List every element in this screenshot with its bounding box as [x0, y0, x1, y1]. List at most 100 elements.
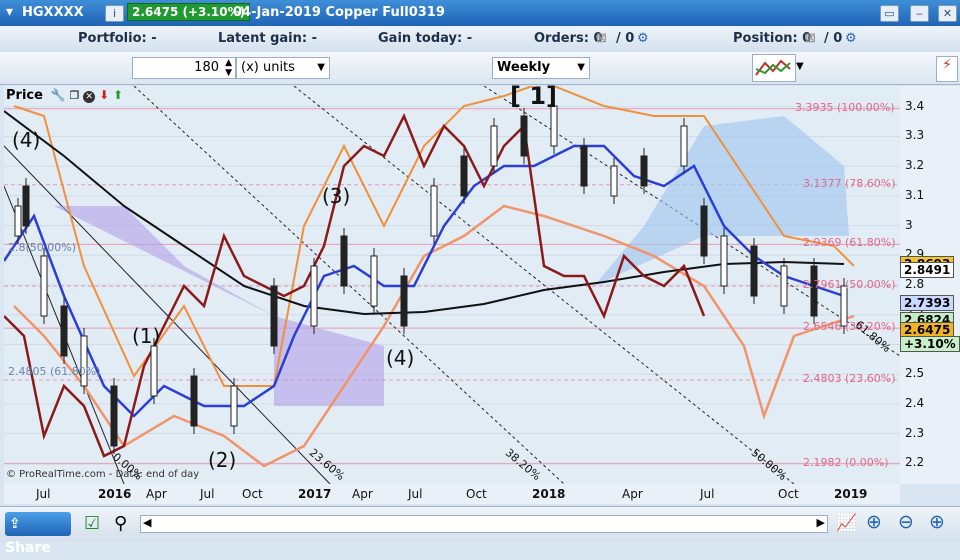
x-tick-label: Apr [622, 487, 643, 501]
time-axis[interactable] [4, 484, 900, 504]
units-input[interactable]: 180 ▲ ▼ [132, 57, 236, 79]
fib-level-label: 3.3935 (100.00%) [795, 100, 895, 114]
candle-body [150, 345, 158, 397]
share-button[interactable]: ⇪ Share [5, 512, 71, 556]
orders-cancel-icon[interactable]: ⊠ [596, 31, 607, 46]
candle-body [270, 285, 278, 347]
candle-body [490, 125, 498, 167]
restore-icon[interactable]: ▭ [880, 5, 899, 22]
move-up-icon[interactable]: ⬆ [113, 88, 123, 102]
dropdown-arrow-icon[interactable]: ▾ [6, 4, 13, 20]
candle-body [720, 235, 728, 287]
x-tick-label: Jul [700, 487, 715, 501]
latent-gain-label: Latent gain: - [218, 31, 317, 46]
chart-style-button[interactable] [752, 54, 796, 82]
symbol-label[interactable]: HGXXXX [22, 5, 84, 20]
candle-body [40, 255, 48, 317]
units-type-select[interactable]: (x) units ▼ [236, 57, 330, 79]
candle-body [22, 185, 30, 227]
wave-label-3: (3) [322, 184, 351, 208]
candle-body [14, 205, 22, 237]
fib-level-label: 2.6546 (38.20%) [803, 320, 896, 334]
fib-level-label: 2.8(50.00%) [8, 241, 77, 255]
price-change-badge: 2.6475 (+3.10%) [127, 3, 251, 21]
position-label: Position: 0 [733, 31, 812, 46]
close-icon[interactable]: ✕ [938, 5, 957, 22]
duplicate-icon[interactable]: ❐ [70, 89, 80, 102]
price-tag: 2.8491 [900, 262, 955, 279]
info-button[interactable]: i [105, 5, 124, 22]
scrollbar[interactable]: ◀ ▶ [140, 515, 828, 533]
position-total: / 0 [824, 31, 843, 46]
wave-label-4-mid: (4) [386, 346, 415, 370]
x-tick-label: Jul [36, 487, 51, 501]
scroll-right-icon[interactable]: ▶ [817, 516, 825, 529]
auto-zoom-icon[interactable]: ⊕ [866, 511, 882, 533]
candle-body [230, 385, 238, 427]
spinner-icon[interactable]: ▲ ▼ [225, 58, 232, 78]
y-tick-label: 2.2 [905, 455, 925, 470]
wave-label-cycle-1: [ 1] [510, 82, 557, 110]
candle-body [780, 265, 788, 307]
y-tick-label: 3.4 [905, 98, 925, 113]
x-tick-label: 2016 [98, 487, 132, 501]
position-settings-icon[interactable]: ⚙ [845, 31, 857, 46]
chevron-down-icon[interactable]: ▼ [796, 61, 804, 72]
orders-label: Orders: 0 [534, 31, 603, 46]
minimize-icon[interactable]: ‒ [910, 5, 929, 22]
y-tick-label: 3 [905, 217, 913, 232]
scroll-left-icon[interactable]: ◀ [143, 516, 151, 529]
y-tick-label: 2.4 [905, 395, 925, 410]
x-tick-label: Apr [352, 487, 373, 501]
chevron-down-icon: ▼ [317, 62, 325, 73]
price-chart[interactable]: Price 🔧 ❐ ✕ ⬇ ⬆ (4) (1) (2) (3) (4) [ 1]… [4, 82, 900, 484]
price-panel-header: Price 🔧 ❐ ✕ ⬇ ⬆ [6, 88, 123, 104]
timeframe-value: Weekly [497, 60, 551, 75]
wrench-icon[interactable]: 🔧 [51, 88, 66, 102]
candle-body [460, 155, 468, 197]
fib-level-label: 2.4803 (23.60%) [803, 371, 896, 385]
candle-body [370, 255, 378, 307]
candle-body [80, 335, 88, 387]
candle-body [190, 375, 198, 427]
candle-body [610, 165, 618, 197]
orders-total: / 0 [616, 31, 635, 46]
candle-body [430, 185, 438, 237]
x-tick-label: Oct [466, 487, 487, 501]
strategy-icon[interactable]: ⚡ [936, 56, 958, 82]
zoom-out-icon[interactable]: ⊖ [898, 511, 914, 533]
zoom-in-icon[interactable]: ⊕ [929, 511, 945, 533]
close-panel-icon[interactable]: ✕ [83, 91, 96, 103]
share-icon: ⇪ [9, 516, 21, 532]
chart-style-icon [755, 59, 791, 76]
candle-body [110, 385, 118, 447]
position-cancel-icon[interactable]: ⊠ [805, 31, 816, 46]
orders-settings-icon[interactable]: ⚙ [637, 31, 649, 46]
x-tick-label: Oct [242, 487, 263, 501]
candle-body [680, 125, 688, 167]
candle-body [60, 305, 68, 357]
candle-body [340, 235, 348, 287]
candle-body [520, 115, 528, 157]
price-tag: 2.7393 [900, 295, 955, 312]
wave-label-4-left: (4) [12, 128, 41, 152]
x-tick-label: Oct [778, 487, 799, 501]
x-tick-label: 2019 [834, 487, 868, 501]
timeframe-select[interactable]: Weekly ▼ [492, 57, 590, 79]
info-bar: Portfolio: - Latent gain: - Gain today: … [0, 26, 960, 53]
fib-level-label: 2.4805 (61.80%) [8, 364, 101, 378]
zoom-reset-icon[interactable]: ⚲ [114, 513, 127, 534]
share-label: Share [5, 540, 51, 556]
live-chart-icon[interactable]: 📈 [836, 513, 857, 533]
x-tick-label: Jul [200, 487, 215, 501]
y-tick-label: 3.1 [905, 187, 925, 202]
fib-level-label: 2.1982 (0.00%) [803, 455, 889, 469]
chart-canvas[interactable] [4, 86, 900, 484]
move-down-icon[interactable]: ⬇ [99, 88, 109, 102]
x-tick-label: 2017 [298, 487, 332, 501]
fib-level-label: 2.7961 (50.00%) [803, 278, 896, 292]
checklist-icon[interactable]: ☑ [84, 513, 100, 534]
x-tick-label: Jul [408, 487, 423, 501]
y-tick-label: 2.3 [905, 425, 925, 440]
units-type-label: (x) units [241, 60, 295, 75]
